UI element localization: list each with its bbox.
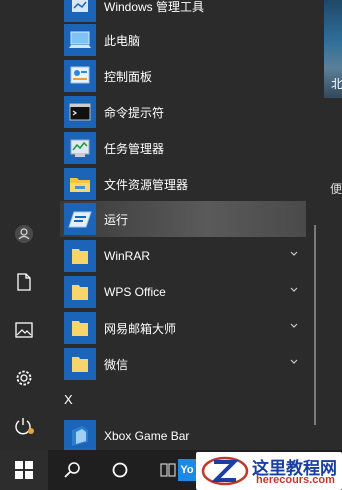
user-account-button[interactable] bbox=[0, 214, 48, 254]
app-label: WinRAR bbox=[104, 249, 151, 263]
chevron-down-icon[interactable] bbox=[290, 286, 298, 294]
user-icon bbox=[15, 225, 33, 243]
search-icon bbox=[64, 462, 80, 478]
weather-tile-text: 北 bbox=[331, 77, 342, 91]
task-manager-icon bbox=[64, 132, 96, 164]
taskbar-app-yahoo[interactable]: Yo bbox=[176, 450, 198, 490]
folder-icon bbox=[64, 276, 96, 308]
app-label: 网易邮箱大师 bbox=[104, 321, 177, 336]
run-icon bbox=[64, 203, 96, 235]
chevron-down-icon[interactable] bbox=[290, 250, 298, 258]
gear-icon bbox=[16, 370, 32, 386]
start-rail bbox=[0, 0, 48, 450]
app-icon: Yo bbox=[178, 459, 196, 481]
admin-tools-icon bbox=[64, 0, 96, 22]
command-prompt-icon bbox=[64, 96, 96, 128]
control-panel-icon bbox=[64, 60, 96, 92]
app-label: WPS Office bbox=[104, 285, 166, 299]
folder-icon bbox=[64, 348, 96, 380]
app-label: 命令提示符 bbox=[104, 105, 165, 120]
xbox-icon bbox=[64, 420, 96, 452]
watermark: 这里教程网 herecours.com bbox=[196, 452, 342, 490]
start-menu: Windows 管理工具 此电脑 控制面板 命令提示符 任务管理器 文件资源管理… bbox=[0, 0, 342, 452]
weather-tile[interactable]: 北 bbox=[324, 0, 342, 98]
app-command-prompt[interactable]: 命令提示符 bbox=[48, 94, 310, 130]
file-explorer-icon bbox=[64, 168, 96, 200]
app-label: 此电脑 bbox=[104, 33, 141, 48]
folder-netease-mail[interactable]: 网易邮箱大师 bbox=[48, 310, 310, 346]
app-list: Windows 管理工具 此电脑 控制面板 命令提示符 任务管理器 文件资源管理… bbox=[48, 0, 310, 452]
pictures-icon bbox=[15, 322, 33, 338]
app-label: 控制面板 bbox=[104, 69, 153, 84]
app-label: 任务管理器 bbox=[104, 141, 165, 156]
document-icon bbox=[17, 273, 31, 291]
cortana-button[interactable] bbox=[96, 450, 144, 490]
site-logo-icon bbox=[201, 456, 249, 486]
app-control-panel[interactable]: 控制面板 bbox=[48, 58, 310, 94]
power-icon bbox=[15, 418, 34, 435]
chevron-down-icon[interactable] bbox=[290, 358, 298, 366]
app-label: 运行 bbox=[104, 212, 129, 227]
settings-button[interactable] bbox=[0, 358, 48, 398]
app-task-manager[interactable]: 任务管理器 bbox=[48, 130, 310, 166]
app-xbox-game-bar[interactable]: Xbox Game Bar bbox=[48, 418, 310, 454]
documents-button[interactable] bbox=[0, 262, 48, 302]
tile-text: 便 bbox=[330, 182, 342, 196]
computer-icon bbox=[64, 24, 96, 56]
app-run[interactable]: 运行 bbox=[60, 201, 306, 237]
folder-icon bbox=[64, 240, 96, 272]
folder-icon bbox=[64, 312, 96, 344]
app-label: 文件资源管理器 bbox=[104, 177, 189, 192]
app-label: Windows 管理工具 bbox=[104, 0, 205, 14]
scrollbar[interactable] bbox=[314, 225, 316, 425]
windows-logo-icon bbox=[15, 461, 33, 479]
app-file-explorer[interactable]: 文件资源管理器 bbox=[48, 166, 310, 202]
folder-wechat[interactable]: 微信 bbox=[48, 346, 310, 382]
section-header-x[interactable]: X bbox=[64, 392, 73, 407]
app-admin-tools[interactable]: Windows 管理工具 bbox=[48, 0, 310, 24]
power-button[interactable] bbox=[0, 406, 48, 446]
start-button[interactable] bbox=[0, 450, 48, 490]
app-this-pc[interactable]: 此电脑 bbox=[48, 22, 310, 58]
watermark-subtitle: herecours.com bbox=[256, 474, 335, 486]
chevron-down-icon[interactable] bbox=[290, 322, 298, 330]
folder-wps-office[interactable]: WPS Office bbox=[48, 274, 310, 310]
app-label: Xbox Game Bar bbox=[104, 429, 190, 443]
search-button[interactable] bbox=[48, 450, 96, 490]
folder-winrar[interactable]: WinRAR bbox=[48, 238, 310, 274]
pictures-button[interactable] bbox=[0, 310, 48, 350]
app-label: 微信 bbox=[104, 357, 129, 372]
cortana-circle-icon bbox=[112, 462, 128, 478]
